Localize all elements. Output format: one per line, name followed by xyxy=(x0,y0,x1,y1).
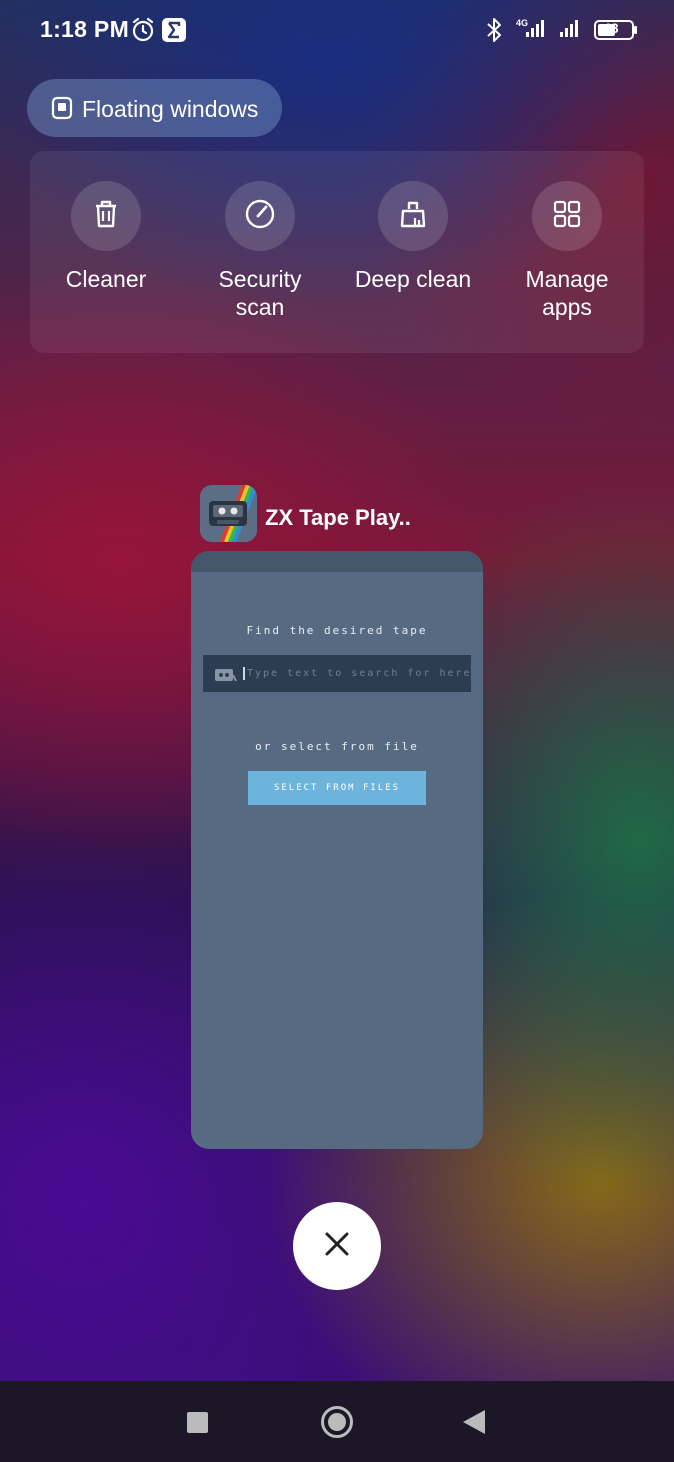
app-title: ZX Tape Play.. xyxy=(265,505,411,530)
sigma-notification-icon xyxy=(162,18,186,47)
status-bar: 1:18 PM 4G 48 xyxy=(0,0,674,60)
close-all-button[interactable] xyxy=(293,1202,381,1290)
navigation-bar xyxy=(0,1381,674,1462)
close-icon xyxy=(324,1231,350,1262)
floating-window-icon xyxy=(51,96,73,125)
svg-text:4G: 4G xyxy=(516,18,528,28)
find-tape-heading: Find the desired tape xyxy=(246,624,428,637)
alarm-icon xyxy=(131,17,155,48)
security-scan-button[interactable]: Security scan xyxy=(185,181,335,321)
cleaner-button[interactable]: Cleaner xyxy=(31,181,181,293)
security-gauge-icon xyxy=(244,198,276,235)
manage-apps-label: Manage apps xyxy=(525,266,609,320)
grid-icon xyxy=(552,199,582,234)
security-scan-label: Security scan xyxy=(218,266,302,320)
app-toolbar xyxy=(191,551,483,572)
app-preview-card[interactable]: Find the desired tape Type text to searc… xyxy=(191,551,483,1149)
deep-clean-circle xyxy=(378,181,448,251)
battery-icon: 48 xyxy=(594,19,638,46)
recents-icon[interactable] xyxy=(187,1412,208,1433)
deep-clean-label: Deep clean xyxy=(354,266,472,292)
deep-clean-icon xyxy=(398,199,428,234)
select-from-files-button[interactable]: SELECT FROM FILES xyxy=(248,771,426,805)
cassette-search-icon xyxy=(215,668,237,686)
clock: 1:18 PM xyxy=(40,16,130,42)
floating-windows-label: Floating windows xyxy=(82,96,259,122)
zx-tape-cassette-icon[interactable] xyxy=(200,485,257,542)
trash-icon xyxy=(92,199,120,234)
cleaner-label: Cleaner xyxy=(65,266,147,292)
battery-level: 48 xyxy=(603,20,619,36)
floating-windows-button[interactable]: Floating windows xyxy=(27,79,282,137)
manage-apps-button[interactable]: Manage apps xyxy=(492,181,642,321)
signal-icon xyxy=(558,17,586,46)
quick-actions-panel: Cleaner Security scan Deep clean Manage … xyxy=(30,151,644,353)
text-caret xyxy=(243,667,245,680)
home-icon[interactable] xyxy=(321,1406,353,1438)
security-scan-circle xyxy=(225,181,295,251)
or-select-text: or select from file xyxy=(255,740,419,753)
signal-4g-icon: 4G xyxy=(514,17,550,46)
deep-clean-button[interactable]: Deep clean xyxy=(338,181,488,293)
manage-apps-circle xyxy=(532,181,602,251)
search-placeholder: Type text to search for here xyxy=(247,668,472,679)
tape-search-input[interactable]: Type text to search for here xyxy=(203,655,471,692)
back-icon[interactable] xyxy=(463,1410,485,1434)
bluetooth-icon xyxy=(486,17,502,48)
cleaner-circle xyxy=(71,181,141,251)
